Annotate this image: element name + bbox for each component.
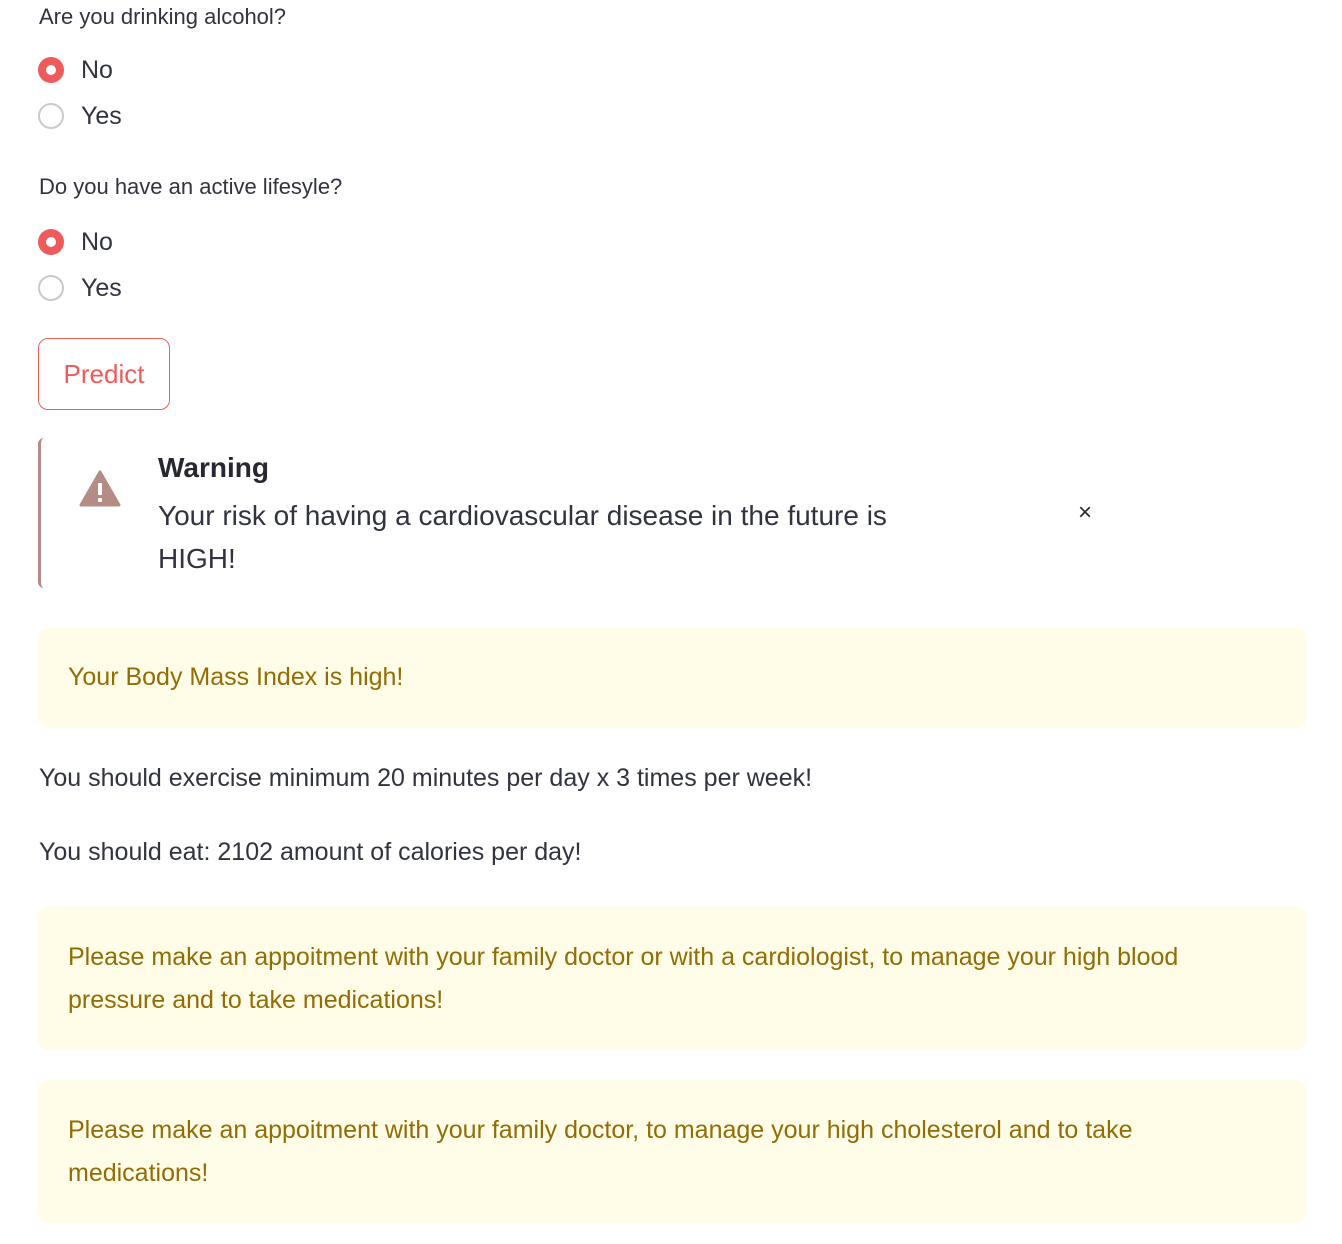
lifestyle-radio-no[interactable]: No	[38, 226, 113, 258]
radio-checked-icon[interactable]	[38, 57, 64, 83]
lifestyle-radio-no-label[interactable]: No	[81, 228, 113, 257]
exercise-recommendation: You should exercise minimum 20 minutes p…	[39, 764, 813, 792]
cholesterol-notice: Please make an appoitment with your fami…	[38, 1080, 1306, 1223]
bmi-notice-text: Your Body Mass Index is high!	[68, 663, 404, 691]
blood-pressure-notice-text: Please make an appoitment with your fami…	[68, 943, 1179, 1014]
lifestyle-radio-yes[interactable]: Yes	[38, 272, 122, 304]
cholesterol-notice-text: Please make an appoitment with your fami…	[68, 1116, 1133, 1187]
warning-title: Warning	[158, 452, 269, 483]
alcohol-radio-yes[interactable]: Yes	[38, 100, 122, 132]
alcohol-radio-no-label[interactable]: No	[81, 56, 113, 85]
radio-unchecked-icon[interactable]	[38, 275, 64, 301]
warning-message: Your risk of having a cardiovascular dis…	[158, 500, 887, 574]
calories-recommendation: You should eat: 2102 amount of calories …	[39, 838, 582, 866]
close-icon[interactable]: ×	[1073, 498, 1097, 528]
warning-toast: Warning Your risk of having a cardiovasc…	[38, 438, 1118, 588]
predict-button[interactable]: Predict	[38, 338, 170, 410]
alcohol-radio-yes-label[interactable]: Yes	[81, 102, 122, 131]
lifestyle-question-label: Do you have an active lifesyle?	[39, 174, 343, 199]
radio-unchecked-icon[interactable]	[38, 103, 64, 129]
warning-triangle-icon	[79, 470, 121, 507]
alcohol-question-label: Are you drinking alcohol?	[39, 4, 287, 29]
alcohol-radio-no[interactable]: No	[38, 54, 113, 86]
bmi-notice: Your Body Mass Index is high!	[38, 628, 1306, 728]
lifestyle-radio-yes-label[interactable]: Yes	[81, 274, 122, 303]
blood-pressure-notice: Please make an appoitment with your fami…	[38, 907, 1306, 1050]
radio-checked-icon[interactable]	[38, 229, 64, 255]
